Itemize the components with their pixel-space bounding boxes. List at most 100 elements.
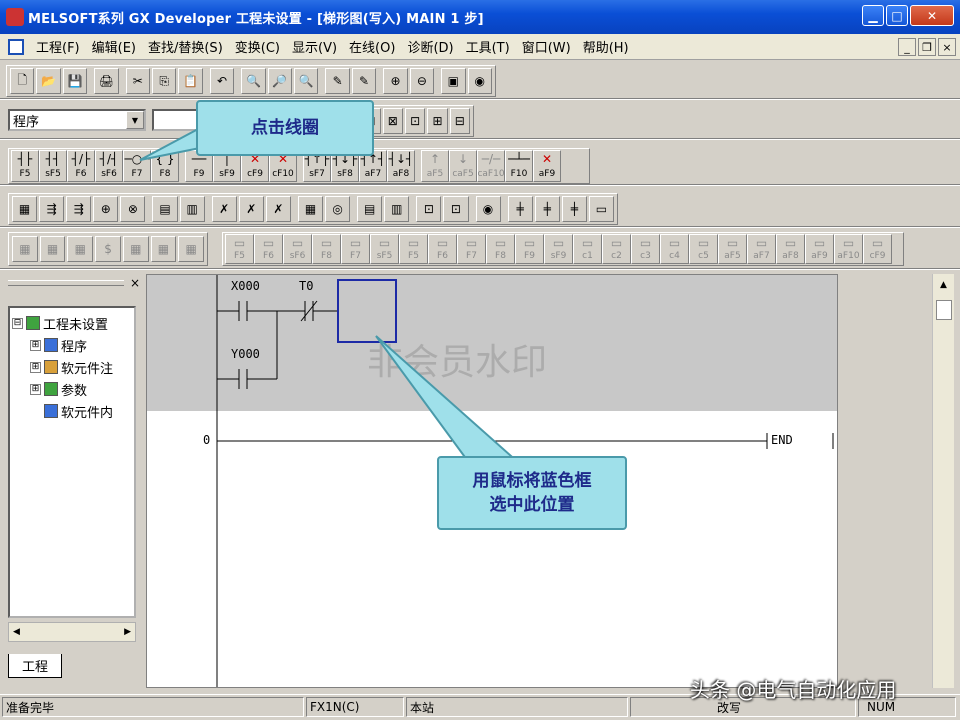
sfc-key-f7[interactable]: ▭ F7: [341, 234, 370, 264]
sfc-tool-button[interactable]: ▦: [122, 236, 149, 262]
minimize-button[interactable]: ▁: [862, 5, 884, 26]
ladder-key-sf5[interactable]: ┤┤ sF5: [39, 150, 67, 182]
mdi-minimize-button[interactable]: _: [898, 38, 916, 56]
tree-item[interactable]: ⊞ 参数: [12, 378, 132, 400]
sfc-key-sf9[interactable]: ▭ sF9: [544, 234, 573, 264]
standard-tool-button[interactable]: 🗋: [10, 68, 35, 94]
scroll-right-icon[interactable]: ▶: [124, 627, 131, 637]
sfc-key-af7[interactable]: ▭ aF7: [747, 234, 776, 264]
tool-button[interactable]: ▥: [384, 196, 410, 222]
tree-expander-icon[interactable]: ⊞: [30, 361, 41, 373]
tool-button[interactable]: ✗: [238, 196, 264, 222]
menu-tools[interactable]: 工具(T): [460, 37, 516, 56]
scroll-up-icon[interactable]: ▲: [933, 274, 954, 296]
sfc-key-f8[interactable]: ▭ F8: [312, 234, 341, 264]
sfc-key-sf5[interactable]: ▭ sF5: [370, 234, 399, 264]
sfc-key-c2[interactable]: ▭ c2: [602, 234, 631, 264]
pane-grip[interactable]: [8, 280, 124, 286]
sfc-tool-button[interactable]: $: [95, 236, 121, 262]
tree-item[interactable]: ⊞ 程序: [12, 334, 132, 356]
ladder-key-f6[interactable]: ┤/├ F6: [67, 150, 95, 182]
sfc-key-cf9[interactable]: ▭ cF9: [863, 234, 892, 264]
tool-button[interactable]: ⊗: [120, 196, 146, 222]
menu-window[interactable]: 窗口(W): [516, 37, 577, 56]
sfc-tool-button[interactable]: ▦: [39, 236, 66, 262]
close-button[interactable]: ✕: [910, 5, 954, 26]
standard-tool-button[interactable]: 📂: [36, 68, 61, 94]
menu-diagnostics[interactable]: 诊断(D): [401, 37, 459, 56]
tool-button[interactable]: ╪: [507, 196, 533, 222]
tool-button[interactable]: ✗: [211, 196, 237, 222]
ladder-vertical-scrollbar[interactable]: ▲: [932, 274, 954, 688]
standard-tool-button[interactable]: ▣: [441, 68, 466, 94]
standard-tool-button[interactable]: ⊕: [383, 68, 408, 94]
standard-tool-button[interactable]: ✎: [325, 68, 350, 94]
standard-tool-button[interactable]: 📋: [178, 68, 203, 94]
scroll-thumb[interactable]: [936, 300, 952, 320]
sfc-key-af9[interactable]: ▭ aF9: [805, 234, 834, 264]
view-tool-button[interactable]: ⊡: [404, 108, 426, 134]
standard-tool-button[interactable]: 🔎: [267, 68, 293, 94]
ladder-key-f5[interactable]: ┤├ F5: [11, 150, 39, 182]
mdi-restore-button[interactable]: ❐: [918, 38, 936, 56]
tree-expander-icon[interactable]: ⊟: [12, 317, 23, 329]
sfc-key-c4[interactable]: ▭ c4: [660, 234, 689, 264]
standard-tool-button[interactable]: 🖨: [94, 68, 119, 94]
sfc-key-f5[interactable]: ▭ F5: [399, 234, 428, 264]
tree-item[interactable]: ⊞ 软元件注: [12, 356, 132, 378]
sfc-key-c5[interactable]: ▭ c5: [689, 234, 718, 264]
tool-button[interactable]: ◎: [325, 196, 351, 222]
menu-project[interactable]: 工程(F): [30, 37, 86, 56]
tool-button[interactable]: ✗: [265, 196, 291, 222]
tool-button[interactable]: ▥: [179, 196, 205, 222]
maximize-button[interactable]: □: [886, 5, 908, 26]
menu-view[interactable]: 显示(V): [286, 37, 343, 56]
ladder-key-f10[interactable]: ─┴─ F10: [505, 150, 533, 182]
sfc-key-af8[interactable]: ▭ aF8: [776, 234, 805, 264]
sfc-tool-button[interactable]: ▦: [150, 236, 177, 262]
tree-horizontal-scrollbar[interactable]: ◀ ▶: [8, 622, 136, 642]
tool-button[interactable]: ⇶: [39, 196, 65, 222]
tree-item[interactable]: ⊟ 工程未设置: [12, 312, 132, 334]
standard-tool-button[interactable]: 💾: [62, 68, 88, 94]
tool-button[interactable]: ⊡: [443, 196, 469, 222]
standard-tool-button[interactable]: ✎: [351, 68, 377, 94]
contact-t0[interactable]: [297, 300, 339, 322]
standard-tool-button[interactable]: ⊖: [409, 68, 435, 94]
sfc-key-c1[interactable]: ▭ c1: [573, 234, 602, 264]
ladder-key-af5[interactable]: ↑ aF5: [421, 150, 449, 182]
contact-x000[interactable]: [217, 301, 297, 321]
standard-tool-button[interactable]: ✂: [125, 68, 151, 94]
sfc-key-af5[interactable]: ▭ aF5: [718, 234, 747, 264]
view-tool-button[interactable]: ⊠: [382, 108, 403, 134]
dropdown-arrow-icon[interactable]: ▼: [126, 111, 144, 129]
sfc-tool-button[interactable]: ▦: [178, 236, 205, 262]
sfc-key-f5[interactable]: ▭ F5: [225, 234, 254, 264]
menu-online[interactable]: 在线(O): [343, 37, 401, 56]
standard-tool-button[interactable]: ⎘: [152, 68, 177, 94]
ladder-key-caf10[interactable]: ─/─ caF10: [477, 150, 505, 182]
project-tab[interactable]: 工程: [8, 654, 62, 678]
ladder-key-caf5[interactable]: ↓ caF5: [449, 150, 477, 182]
tool-button[interactable]: ▤: [152, 196, 178, 222]
view-tool-button[interactable]: ⊞: [427, 108, 448, 134]
tool-button[interactable]: ◉: [475, 196, 501, 222]
tool-button[interactable]: ▦: [12, 196, 38, 222]
ladder-key-af9[interactable]: ✕ aF9: [533, 150, 561, 182]
tool-button[interactable]: ⊡: [416, 196, 442, 222]
standard-tool-button[interactable]: 🔍: [294, 68, 319, 94]
tool-button[interactable]: ▤: [357, 196, 383, 222]
program-select[interactable]: 程序 ▼: [8, 109, 146, 131]
sfc-key-f6[interactable]: ▭ F6: [254, 234, 283, 264]
sfc-tool-button[interactable]: ▦: [12, 236, 38, 262]
tool-button[interactable]: ▦: [297, 196, 324, 222]
menu-edit[interactable]: 编辑(E): [86, 37, 142, 56]
tree-expander-icon[interactable]: ⊞: [30, 339, 41, 351]
document-icon[interactable]: [8, 38, 24, 55]
standard-tool-button[interactable]: ↶: [209, 68, 235, 94]
ladder-key-af8[interactable]: ┤↓┤ aF8: [387, 150, 415, 182]
pane-close-icon[interactable]: ×: [130, 276, 140, 290]
standard-tool-button[interactable]: 🔍: [241, 68, 266, 94]
mdi-close-button[interactable]: ×: [938, 38, 956, 56]
view-tool-button[interactable]: ⊟: [449, 108, 470, 134]
